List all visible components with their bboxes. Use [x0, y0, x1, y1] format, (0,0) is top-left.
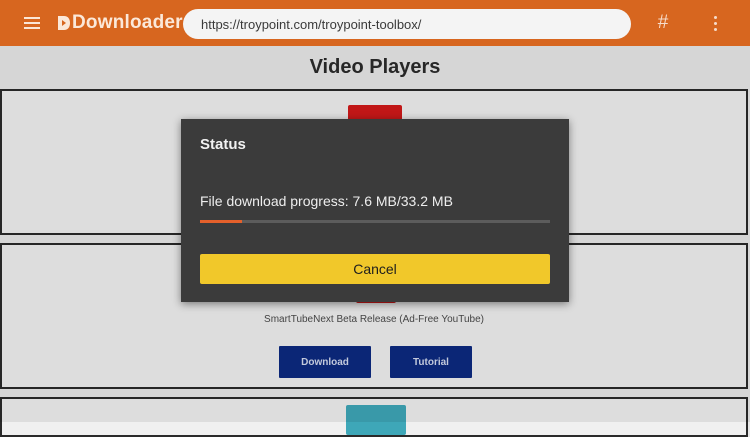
app-logo: Downloader: [57, 11, 183, 35]
dialog-title: Status: [200, 136, 246, 153]
url-input[interactable]: https://troypoint.com/troypoint-toolbox/: [183, 9, 631, 39]
cancel-button[interactable]: Cancel: [200, 254, 550, 284]
url-text: https://troypoint.com/troypoint-toolbox/: [201, 16, 422, 32]
download-progress-text: File download progress: 7.6 MB/33.2 MB: [200, 193, 453, 209]
top-app-bar: Downloader https://troypoint.com/troypoi…: [0, 0, 750, 46]
download-progress-fill: [200, 220, 242, 223]
downloader-logo-icon: [57, 15, 71, 31]
more-options-icon[interactable]: [712, 15, 720, 31]
status-dialog: Status File download progress: 7.6 MB/33…: [181, 119, 569, 302]
hamburger-menu-icon[interactable]: [24, 16, 40, 30]
app-title: Downloader: [72, 12, 183, 33]
hash-icon[interactable]: #: [655, 13, 671, 33]
download-progress-bar: [200, 220, 550, 223]
